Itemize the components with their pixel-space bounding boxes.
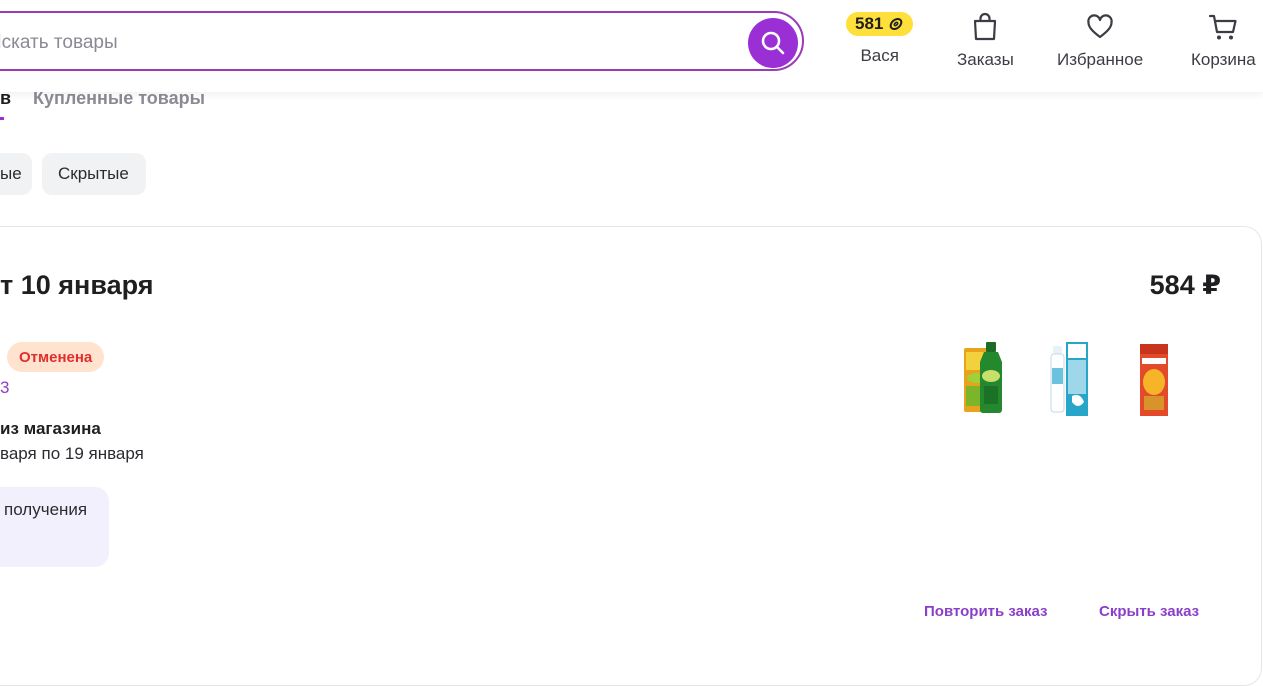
- profile-nav[interactable]: 581 Вася: [846, 12, 914, 66]
- cart-label: Корзина: [1191, 50, 1256, 69]
- filter-chip-partial[interactable]: ые: [0, 153, 32, 195]
- pickup-info-box: [0, 487, 109, 567]
- nasal-spray-icon: [1050, 342, 1088, 416]
- favorites-nav[interactable]: Избранное: [1057, 12, 1143, 70]
- points-badge[interactable]: 581: [846, 12, 914, 36]
- orders-nav[interactable]: Заказы: [957, 12, 1014, 70]
- filter-chip-hidden-label: Скрытые: [58, 164, 129, 183]
- order-card: [0, 226, 1262, 686]
- order-price: 584 ₽: [1149, 270, 1221, 300]
- orders-label: Заказы: [957, 50, 1014, 69]
- delivery-dates: варя по 19 января: [0, 444, 144, 463]
- profile-label: Вася: [860, 46, 899, 65]
- cart-nav[interactable]: Корзина: [1191, 12, 1256, 70]
- search-input[interactable]: [0, 27, 690, 59]
- search-icon: [761, 31, 785, 55]
- product-thumbnail[interactable]: [958, 338, 1020, 423]
- shopping-bag-icon: [974, 12, 997, 41]
- product-thumbnail[interactable]: [1046, 338, 1094, 423]
- product-thumbnail[interactable]: [1132, 338, 1176, 423]
- heart-icon: [1087, 14, 1113, 39]
- favorites-label: Избранное: [1057, 50, 1144, 69]
- order-number-link[interactable]: 3: [0, 378, 9, 398]
- active-tab-indicator: [0, 117, 4, 120]
- search-bar: [0, 11, 804, 71]
- order-title[interactable]: т 10 января: [0, 270, 153, 301]
- status-badge: Отменена: [7, 342, 105, 372]
- filter-chip-partial-label: ые: [0, 164, 22, 183]
- repeat-order-button[interactable]: Повторить заказ: [924, 603, 1048, 620]
- points-value: 581: [855, 14, 884, 33]
- header: 581 Вася Заказы Избранное Корзина: [0, 0, 1263, 92]
- filter-chip-hidden[interactable]: Скрытые: [42, 153, 146, 195]
- aloe-juice-bottle-icon: [964, 342, 1002, 413]
- delivery-type: из магазина: [0, 419, 101, 438]
- pickup-info-text: получения: [4, 500, 88, 519]
- status-label: Отменена: [19, 348, 93, 366]
- coin-icon: [890, 17, 903, 31]
- hide-order-button[interactable]: Скрыть заказ: [1099, 603, 1199, 620]
- syrup-box-icon: [1140, 344, 1168, 416]
- cart-icon: [1209, 14, 1237, 40]
- search-button[interactable]: [748, 18, 798, 68]
